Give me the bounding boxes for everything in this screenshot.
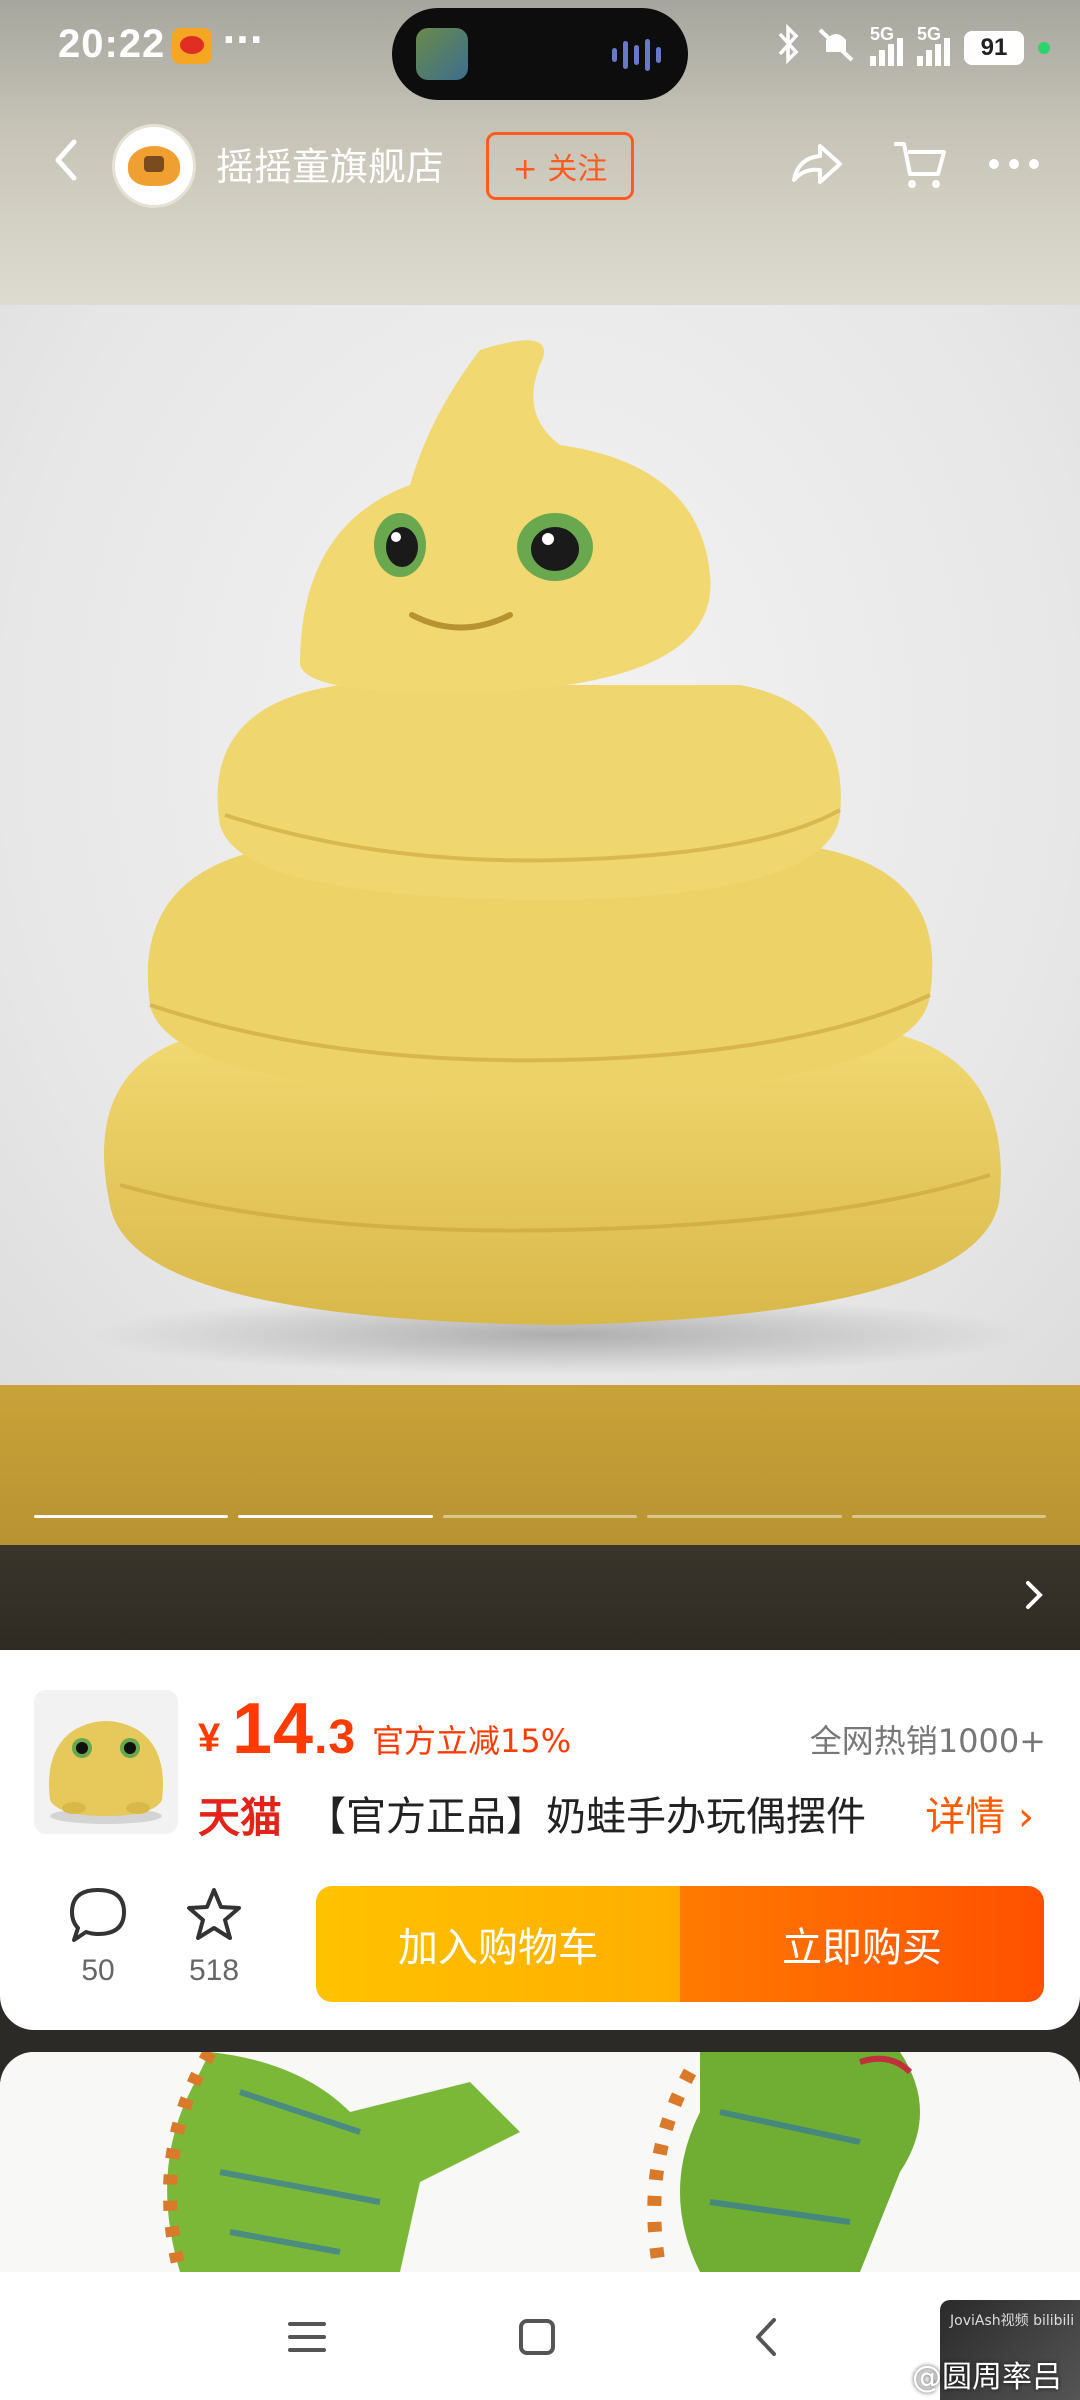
dynamic-island[interactable] <box>392 8 688 100</box>
gallery-indicator <box>851 1515 1047 1518</box>
gallery-indicator <box>238 1515 433 1518</box>
recommended-section[interactable] <box>0 2052 1080 2272</box>
signal-icon-2: 5G <box>917 24 950 66</box>
gallery-indicator <box>442 1515 638 1518</box>
video-thumbnail-text: JoviAsh视频 bilibili <box>950 2313 1075 2329</box>
star-icon <box>187 1888 241 1940</box>
bluetooth-icon <box>776 23 802 73</box>
product-info-card: ¥ 14.3 官方立减15% 全网热销1000+ 天猫 【官方正品】奶蛙手办玩偶… <box>0 1650 1080 2030</box>
price-integer: 14 <box>232 1689 315 1769</box>
watermark-text: @圆周率吕 <box>912 2360 1062 2395</box>
back-button[interactable] <box>46 130 86 190</box>
favorite-button[interactable]: 518 <box>164 1886 264 2006</box>
store-logo-icon <box>128 146 180 186</box>
privacy-indicator-icon <box>1038 42 1050 54</box>
discount-label: 官方立减15% <box>372 1722 572 1760</box>
back-nav-icon[interactable] <box>742 2312 792 2362</box>
details-link[interactable]: 详情 › <box>925 1784 1034 1842</box>
price: 14.3 <box>232 1688 356 1770</box>
product-thumbnail[interactable] <box>34 1690 178 1834</box>
comment-icon <box>70 1888 126 1942</box>
comments-button[interactable]: 50 <box>48 1886 148 2006</box>
cart-icon[interactable] <box>890 134 950 194</box>
price-currency: ¥ <box>198 1716 221 1760</box>
menu-icon[interactable] <box>282 2312 332 2362</box>
purchase-actions: 加入购物车 立即购买 <box>316 1886 1044 2002</box>
store-name[interactable]: 摇摇童旗舰店 <box>216 136 444 191</box>
gallery-progress <box>34 1515 1047 1521</box>
signal-icon: 5G <box>870 24 903 66</box>
more-notifications-icon: ··· <box>222 20 264 61</box>
home-icon[interactable] <box>512 2312 562 2362</box>
gallery-nav-band <box>0 1545 1080 1650</box>
comments-count: 50 <box>81 1954 115 1987</box>
product-title[interactable]: 【官方正品】奶蛙手办玩偶摆件 <box>306 1784 906 1842</box>
status-icons: 5G 5G 91 <box>776 20 1050 76</box>
follow-button[interactable]: + 关注 <box>486 132 634 200</box>
sales-count: 全网热销1000+ <box>809 1722 1046 1760</box>
audio-wave-icon <box>612 38 662 72</box>
favorites-count: 518 <box>188 1954 240 1987</box>
gallery-indicator <box>34 1515 229 1518</box>
more-icon[interactable] <box>984 134 1044 194</box>
gallery-indicator <box>647 1515 842 1518</box>
status-bar: 20:22 ··· 5G 5G 91 <box>0 0 1080 100</box>
media-thumbnail <box>416 28 468 80</box>
store-avatar[interactable] <box>112 124 196 208</box>
weibo-icon <box>172 28 212 64</box>
chevron-right-icon[interactable] <box>1014 1575 1054 1615</box>
buy-now-button[interactable]: 立即购买 <box>680 1886 1044 2002</box>
tmall-badge: 天猫 <box>198 1793 283 1842</box>
mute-icon <box>816 24 856 73</box>
share-icon[interactable] <box>786 134 846 194</box>
status-time: 20:22 <box>58 22 166 66</box>
price-decimal: .3 <box>314 1711 357 1764</box>
image-bottom-band <box>0 1385 1080 1545</box>
network-type: 5G <box>870 24 895 44</box>
battery-indicator: 91 <box>964 31 1024 65</box>
product-image[interactable] <box>0 305 1080 1385</box>
add-to-cart-button[interactable]: 加入购物车 <box>316 1886 680 2002</box>
network-type-2: 5G <box>917 24 942 44</box>
